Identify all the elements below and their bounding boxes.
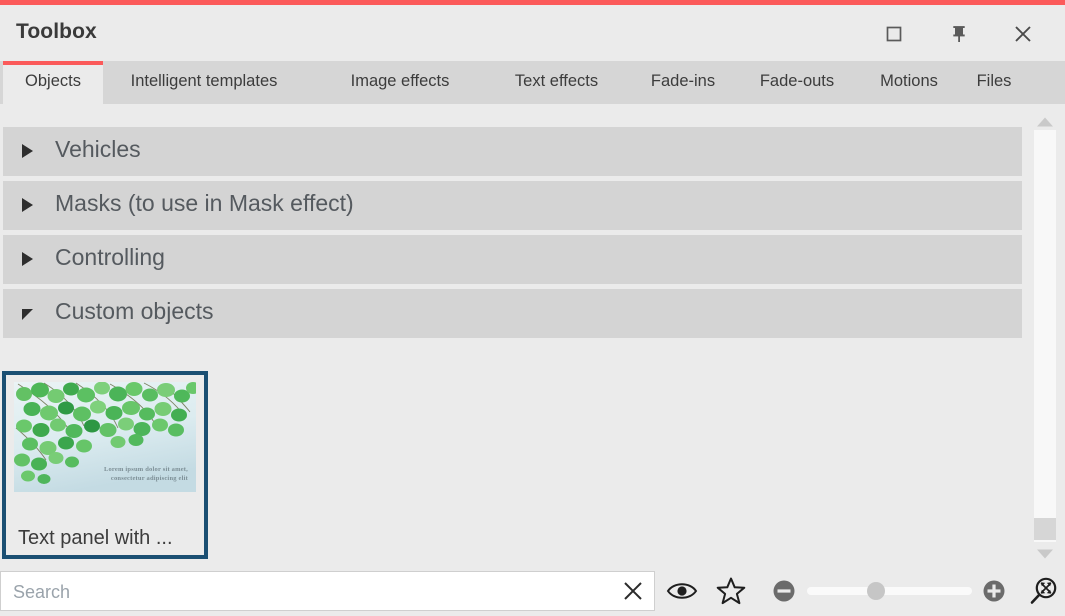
window-title: Toolbox	[16, 20, 97, 43]
section-label: Custom objects	[55, 298, 214, 324]
scrollbar-thumb[interactable]	[1034, 518, 1056, 540]
zoom-in-button[interactable]	[975, 574, 1013, 608]
item-caption: Text panel with ...	[18, 527, 173, 549]
section-label: Vehicles	[55, 136, 141, 162]
plus-circle-icon	[983, 580, 1005, 602]
tab-label: Files	[976, 72, 1012, 90]
tab-intelligent-templates[interactable]: Intelligent templates	[103, 61, 305, 104]
close-button[interactable]	[1001, 13, 1045, 55]
triangle-up-icon	[1037, 117, 1053, 127]
minus-circle-icon	[773, 580, 795, 602]
star-icon	[716, 577, 746, 605]
section-header-masks[interactable]: Masks (to use in Mask effect)	[3, 181, 1022, 230]
scrollbar-track[interactable]	[1034, 130, 1056, 542]
tab-active-accent	[3, 61, 103, 65]
scrollbar-up-button[interactable]	[1034, 112, 1056, 132]
maximize-button[interactable]	[872, 13, 916, 55]
section-label: Controlling	[55, 244, 165, 270]
square-icon	[886, 26, 902, 42]
triangle-down-icon	[1037, 549, 1053, 559]
zoom-slider-thumb[interactable]	[867, 582, 886, 600]
thumbnail-caption-text: Lorem ipsum dolor sit amet, consectetur …	[104, 465, 188, 485]
chevron-right-icon	[22, 198, 33, 212]
close-icon	[624, 582, 642, 600]
tab-label: Motions	[880, 72, 938, 90]
pin-icon	[953, 26, 965, 42]
zoom-slider-rail	[807, 587, 972, 595]
tab-image-effects[interactable]: Image effects	[325, 61, 475, 104]
chevron-down-icon	[22, 309, 33, 320]
fit-to-screen-button[interactable]	[1024, 574, 1062, 608]
section-label: Masks (to use in Mask effect)	[55, 190, 354, 216]
magnifier-expand-icon	[1030, 577, 1057, 604]
tab-label: Image effects	[350, 72, 450, 90]
tab-label: Fade-ins	[650, 72, 716, 90]
zoom-slider[interactable]	[807, 582, 972, 600]
section-header-custom-objects[interactable]: Custom objects	[3, 289, 1022, 338]
tab-fade-ins[interactable]: Fade-ins	[633, 61, 733, 104]
chevron-right-icon	[22, 144, 33, 158]
bottom-toolbar	[0, 564, 1065, 616]
tab-fade-outs[interactable]: Fade-outs	[741, 61, 853, 104]
tab-objects[interactable]: Objects	[3, 61, 103, 104]
eye-icon	[666, 583, 698, 599]
tab-label: Objects	[25, 72, 81, 90]
item-thumbnail: Lorem ipsum dolor sit amet, consectetur …	[14, 382, 196, 492]
tab-files[interactable]: Files	[961, 61, 1027, 104]
scrollbar-down-button[interactable]	[1034, 544, 1056, 564]
favorites-button[interactable]	[712, 574, 750, 608]
toolbox-window: Toolbox Objects Intelligent templates Im…	[0, 0, 1065, 616]
clear-search-button[interactable]	[613, 574, 653, 608]
title-bar: Toolbox	[0, 5, 1065, 61]
section-header-vehicles[interactable]: Vehicles	[3, 127, 1022, 176]
tab-bar: Objects Intelligent templates Image effe…	[0, 61, 1065, 104]
chevron-right-icon	[22, 252, 33, 266]
section-header-controlling[interactable]: Controlling	[3, 235, 1022, 284]
search-input[interactable]	[11, 572, 615, 612]
list-item[interactable]: Lorem ipsum dolor sit amet, consectetur …	[2, 371, 208, 559]
search-field-container[interactable]	[0, 571, 655, 612]
tab-label: Intelligent templates	[130, 72, 278, 90]
thumbnail-text-line-2: consectetur adipiscing elit	[110, 475, 188, 483]
tab-text-effects[interactable]: Text effects	[489, 61, 624, 104]
pin-button[interactable]	[937, 13, 981, 55]
zoom-out-button[interactable]	[765, 574, 803, 608]
close-icon	[1015, 26, 1031, 42]
tab-motions[interactable]: Motions	[861, 61, 957, 104]
thumbnail-text-line-1: Lorem ipsum dolor sit amet,	[103, 465, 188, 473]
preview-button[interactable]	[663, 574, 701, 608]
tab-label: Fade-outs	[759, 72, 835, 90]
tab-label: Text effects	[514, 72, 599, 90]
